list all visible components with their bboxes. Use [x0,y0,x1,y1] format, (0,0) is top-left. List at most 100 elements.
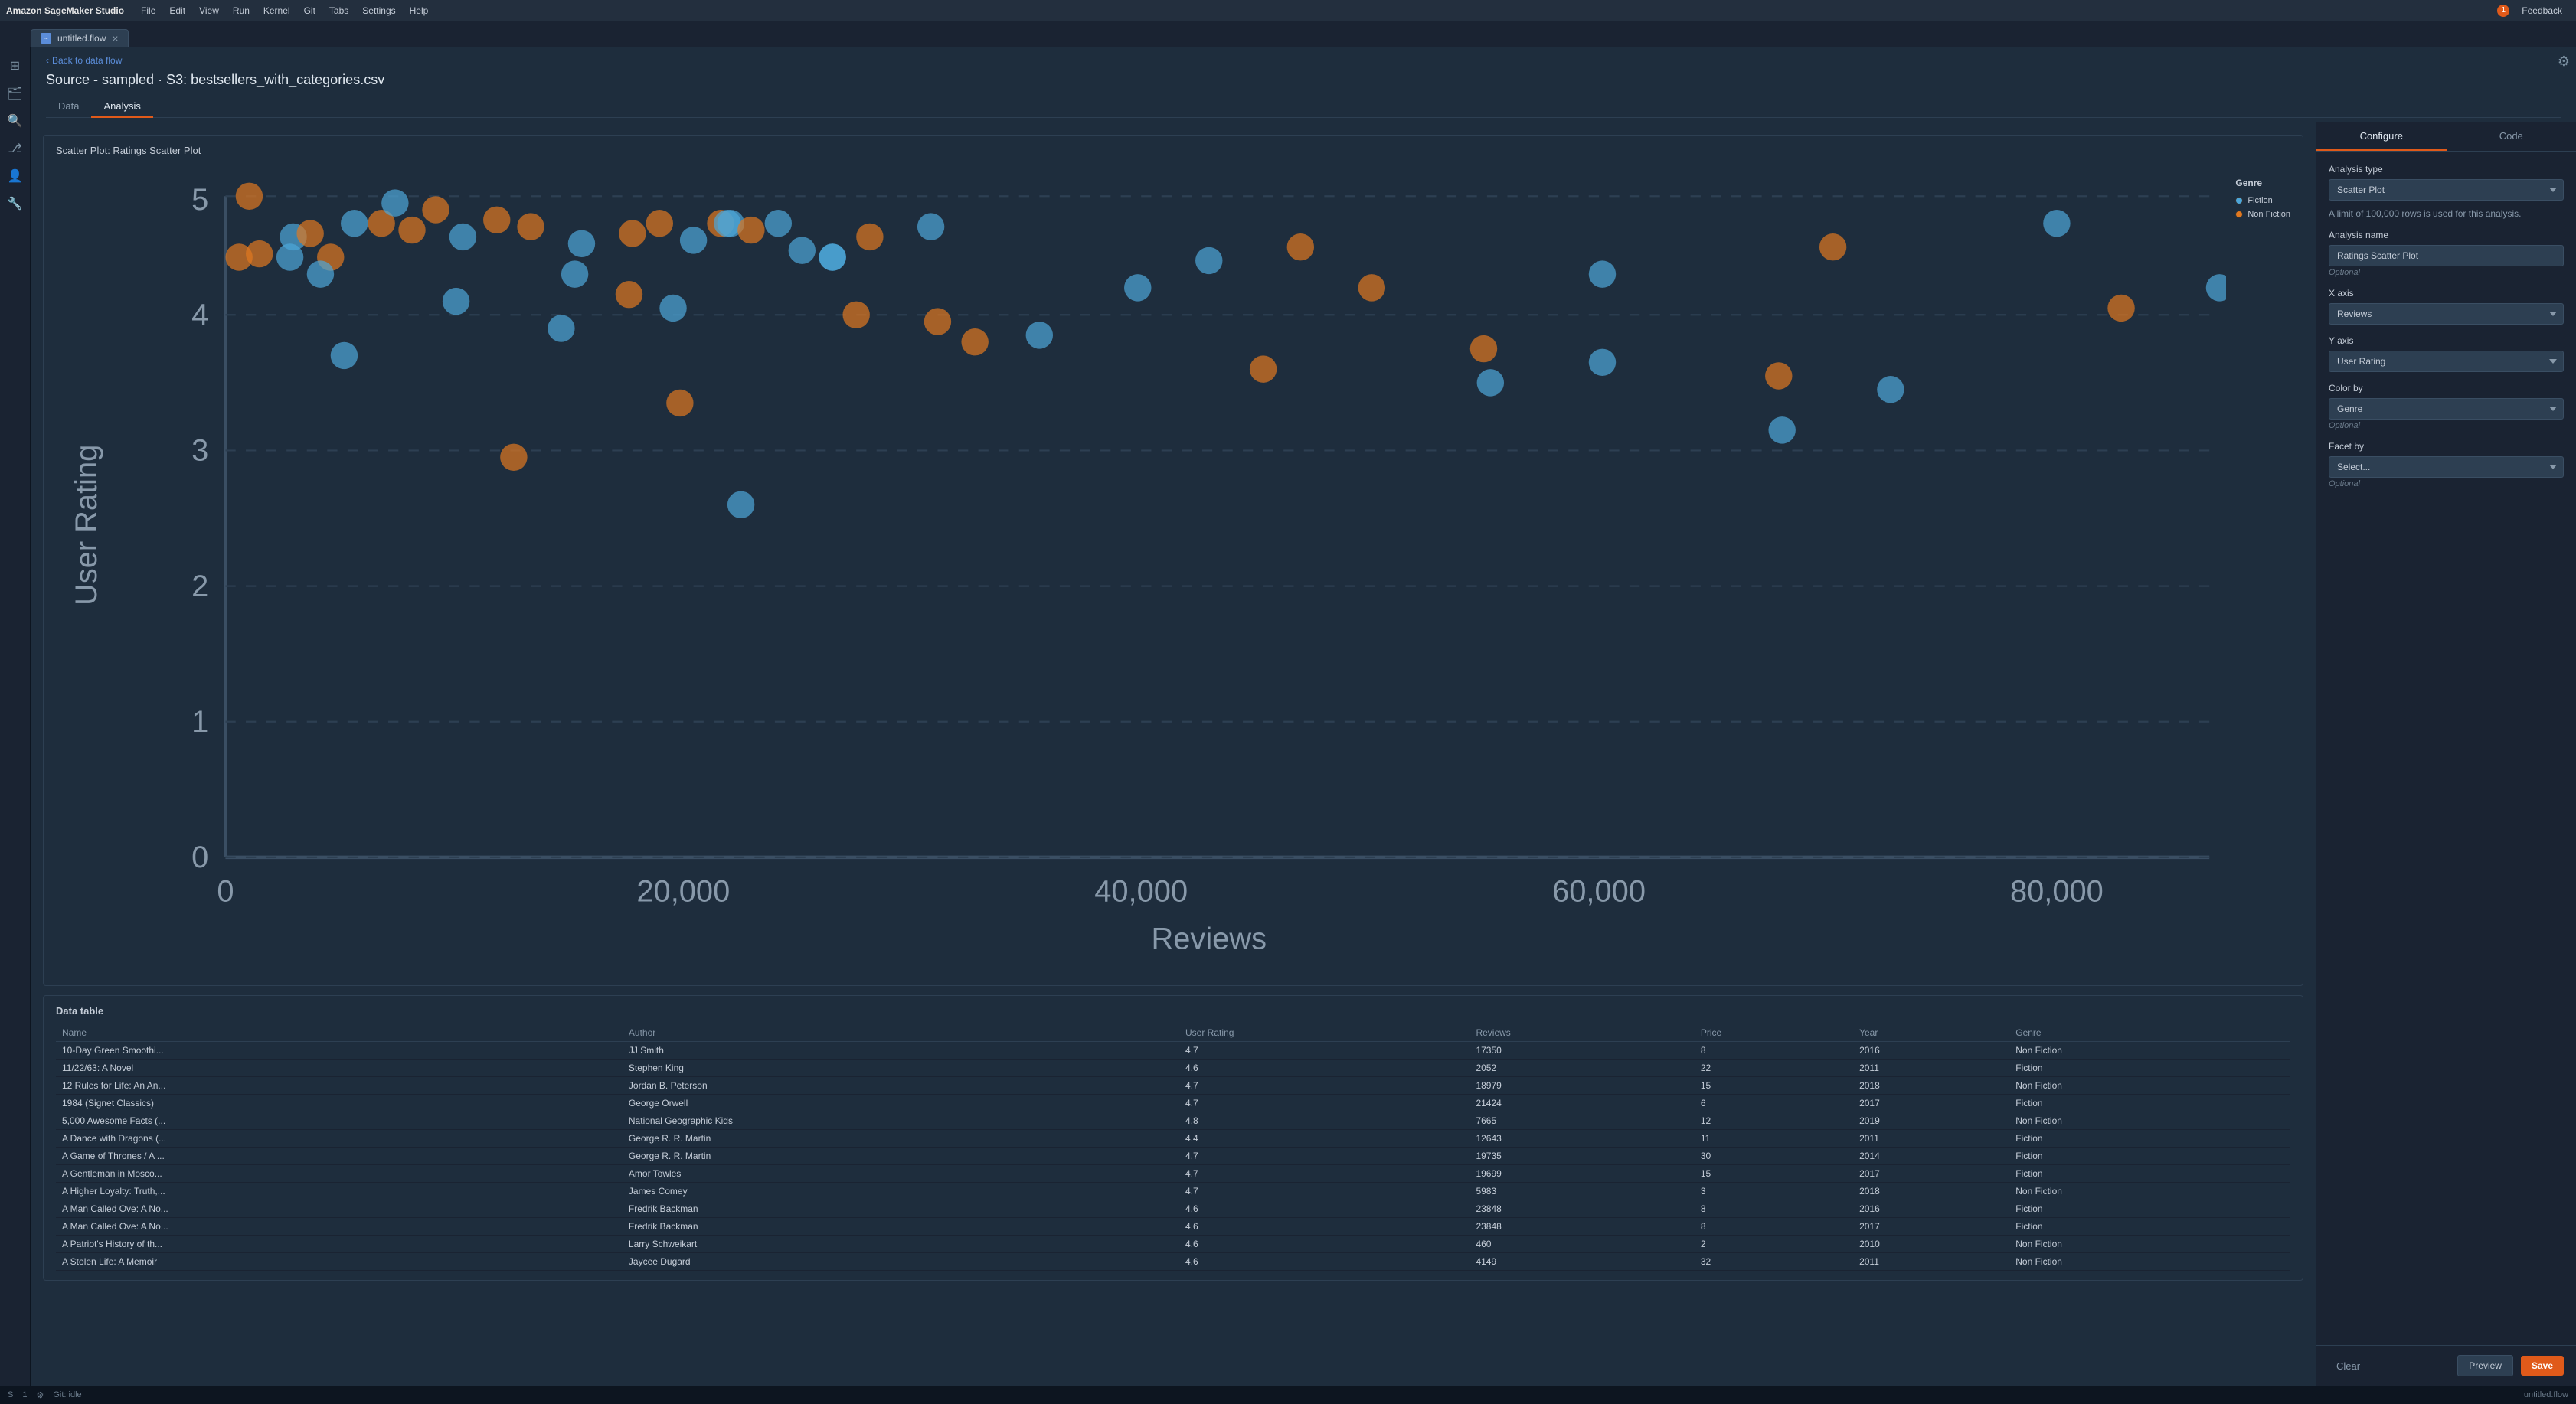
table-cell: 8 [1695,1200,1853,1217]
config-tabs: Configure Code [2316,122,2576,152]
preview-button[interactable]: Preview [2457,1355,2513,1376]
menu-view[interactable]: View [193,4,225,18]
menu-settings[interactable]: Settings [356,4,401,18]
table-cell: 12643 [1469,1129,1694,1147]
scroll-content: Scatter Plot: Ratings Scatter Plot 0 1 2 [31,122,2576,1386]
table-cell: Fiction [2009,1200,2290,1217]
table-cell: 22 [1695,1059,1853,1076]
x-axis-select[interactable]: Reviews [2329,303,2564,325]
table-cell: 4.4 [1179,1129,1469,1147]
tab-label: untitled.flow [57,33,106,44]
file-tab[interactable]: ~ untitled.flow × [31,29,129,47]
page-tabs: Data Analysis [46,96,2561,118]
table-cell: A Dance with Dragons (... [56,1129,623,1147]
back-link-label: Back to data flow [52,55,122,66]
table-cell: 23848 [1469,1217,1694,1235]
table-row: 1984 (Signet Classics)George Orwell4.721… [56,1094,2290,1112]
sidebar-icon-files[interactable]: 🗂 [3,81,28,106]
sidebar-icon-home[interactable]: ⊞ [3,54,28,78]
config-body: Analysis type Scatter Plot A limit of 10… [2316,152,2576,1345]
svg-text:2: 2 [191,570,208,603]
table-cell: 19735 [1469,1147,1694,1164]
sidebar-icon-user[interactable]: 👤 [3,164,28,188]
svg-text:0: 0 [191,841,208,874]
table-cell: Fiction [2009,1147,2290,1164]
scatter-plot-box: Scatter Plot: Ratings Scatter Plot 0 1 2 [43,135,2303,986]
table-cell: 3 [1695,1182,1853,1200]
table-row: 10-Day Green Smoothi...JJ Smith4.7173508… [56,1041,2290,1059]
menu-kernel[interactable]: Kernel [257,4,296,18]
save-button[interactable]: Save [2521,1356,2564,1376]
table-cell: 2011 [1853,1129,2009,1147]
feedback-button[interactable]: Feedback [2514,4,2570,18]
sidebar-icon-tools[interactable]: 🔧 [3,191,28,216]
col-price: Price [1695,1024,1853,1042]
tab-analysis[interactable]: Analysis [91,96,152,118]
analysis-name-input[interactable] [2329,245,2564,266]
table-cell: 2018 [1853,1076,2009,1094]
menu-git[interactable]: Git [298,4,322,18]
menu-tabs[interactable]: Tabs [323,4,355,18]
sidebar-icon-search[interactable]: 🔍 [3,109,28,133]
facet-by-optional: Optional [2329,479,2564,488]
table-row: A Game of Thrones / A ...George R. R. Ma… [56,1147,2290,1164]
analysis-type-select[interactable]: Scatter Plot [2329,179,2564,201]
menu-help[interactable]: Help [404,4,435,18]
table-cell: 2019 [1853,1112,2009,1129]
page-header: ‹ Back to data flow Source - sampled · S… [31,47,2576,122]
table-cell: 2017 [1853,1217,2009,1235]
data-table: Name Author User Rating Reviews Price Ye… [56,1024,2290,1271]
tab-data[interactable]: Data [46,96,91,118]
config-tab-code[interactable]: Code [2447,122,2576,151]
table-cell: 12 [1695,1112,1853,1129]
chart-legend: Genre Fiction Non Fiction [2235,162,2290,976]
table-cell: A Gentleman in Mosco... [56,1164,623,1182]
app-title: Amazon SageMaker Studio [6,5,124,16]
scatter-chart-svg: 0 1 2 3 4 5 [56,162,2226,976]
scatter-chart-area: 0 1 2 3 4 5 [56,162,2290,976]
tab-icon: ~ [41,33,51,44]
limit-info: A limit of 100,000 rows is used for this… [2329,208,2564,219]
svg-text:1: 1 [191,705,208,739]
table-cell: A Man Called Ove: A No... [56,1217,623,1235]
table-row: A Gentleman in Mosco...Amor Towles4.7196… [56,1164,2290,1182]
svg-text:3: 3 [191,434,208,468]
table-cell: Amor Towles [623,1164,1179,1182]
menu-run[interactable]: Run [227,4,256,18]
table-cell: 19699 [1469,1164,1694,1182]
table-row: 11/22/63: A NovelStephen King4.620522220… [56,1059,2290,1076]
data-table-header: Name Author User Rating Reviews Price Ye… [56,1024,2290,1042]
table-cell: Fiction [2009,1217,2290,1235]
col-author: Author [623,1024,1179,1042]
facet-by-select[interactable]: Select... [2329,456,2564,478]
table-cell: 2018 [1853,1182,2009,1200]
col-name: Name [56,1024,623,1042]
legend-item-nonfiction: Non Fiction [2235,210,2290,219]
back-chevron-icon: ‹ [46,55,49,66]
table-cell: 5,000 Awesome Facts (... [56,1112,623,1129]
back-link[interactable]: ‹ Back to data flow [46,55,2561,66]
x-axis-label: X axis [2329,288,2564,299]
clear-button[interactable]: Clear [2329,1356,2368,1376]
gear-status-icon[interactable]: ⚙ [36,1390,44,1400]
table-cell: 2017 [1853,1094,2009,1112]
fiction-label: Fiction [2247,196,2272,205]
menu-file[interactable]: File [135,4,162,18]
color-by-select[interactable]: Genre [2329,398,2564,420]
table-row: A Higher Loyalty: Truth,...James Comey4.… [56,1182,2290,1200]
table-cell: Jordan B. Peterson [623,1076,1179,1094]
y-axis-select[interactable]: User Rating [2329,351,2564,372]
tab-close-icon[interactable]: × [112,33,118,44]
config-tab-configure[interactable]: Configure [2316,122,2447,151]
table-cell: George R. R. Martin [623,1129,1179,1147]
table-cell: 4.6 [1179,1059,1469,1076]
table-cell: 4.6 [1179,1217,1469,1235]
gear-icon[interactable]: ⚙ [2558,54,2570,70]
status-num: 1 [22,1390,27,1399]
config-panel: Configure Code Analysis type Scatter Plo… [2316,122,2576,1386]
sidebar-icon-git[interactable]: ⎇ [3,136,28,161]
menu-edit[interactable]: Edit [163,4,191,18]
scatter-title: Scatter Plot: Ratings Scatter Plot [56,145,2290,156]
table-cell: Non Fiction [2009,1076,2290,1094]
facet-by-label: Facet by [2329,441,2564,452]
